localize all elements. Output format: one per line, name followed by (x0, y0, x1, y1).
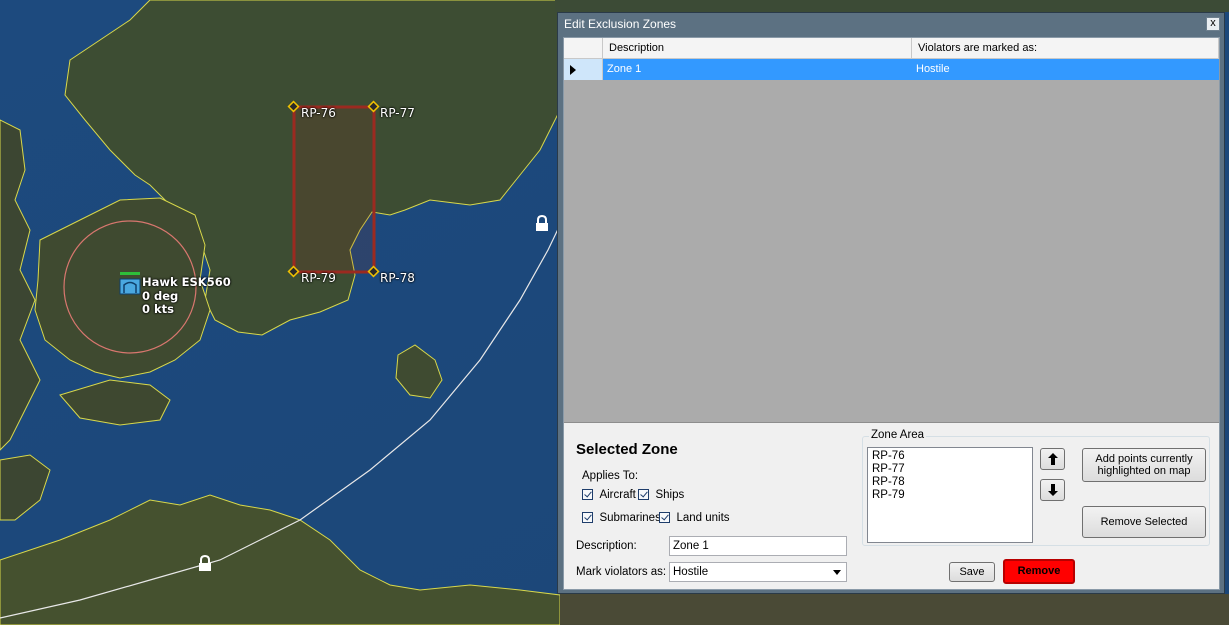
checkbox-ships[interactable]: Ships (638, 486, 684, 504)
table-row[interactable]: Zone 1 Hostile (564, 59, 1219, 80)
description-label: Description: (576, 540, 637, 552)
grid-row-header-column (564, 38, 603, 59)
mark-violators-select[interactable]: Hostile (669, 562, 847, 582)
checkbox-aircraft-box[interactable] (582, 489, 593, 501)
zone-area-points-list[interactable]: RP-76 RP-77 RP-78 RP-79 (867, 447, 1033, 543)
remove-button[interactable]: Remove (1003, 559, 1075, 584)
checkbox-submarines-label: Submarines (599, 511, 661, 524)
checkbox-submarines[interactable]: Submarines (582, 509, 661, 527)
window-titlebar[interactable]: Edit Exclusion Zones x (558, 13, 1224, 37)
checkbox-land-units[interactable]: Land units (659, 509, 730, 527)
checkbox-land-units-box[interactable] (659, 512, 670, 524)
mark-violators-label: Mark violators as: (576, 566, 667, 578)
checkbox-ships-label: Ships (655, 488, 685, 501)
checkbox-aircraft-label: Aircraft (599, 488, 636, 501)
description-input[interactable]: Zone 1 (669, 536, 847, 556)
add-points-button[interactable]: Add points currently highlighted on map (1082, 448, 1206, 482)
edit-exclusion-zones-window: Edit Exclusion Zones x Description Viola… (557, 12, 1225, 594)
lock-icon[interactable] (198, 555, 212, 572)
mark-violators-value: Hostile (673, 566, 709, 578)
row-selector[interactable] (564, 59, 603, 80)
arrow-up-icon (1047, 453, 1058, 465)
unit-label: Hawk ESK560 0 deg 0 kts (142, 275, 231, 317)
checkbox-land-units-label: Land units (676, 511, 730, 524)
applies-to-label: Applies To: (582, 470, 639, 482)
selected-zone-heading: Selected Zone (576, 441, 678, 458)
list-item[interactable]: RP-78 (872, 476, 1028, 489)
rp-78-label: RP-78 (380, 271, 415, 285)
window-client-area: Description Violators are marked as: Zon… (563, 37, 1220, 590)
rp-76-label: RP-76 (301, 106, 336, 120)
rp-79-label: RP-79 (301, 271, 336, 285)
move-up-button[interactable] (1040, 448, 1065, 470)
unit-name: Hawk ESK560 (142, 275, 231, 289)
arrow-down-icon (1047, 484, 1058, 496)
row-description-cell[interactable]: Zone 1 (603, 59, 912, 80)
window-title: Edit Exclusion Zones (564, 17, 677, 31)
zone-area-label: Zone Area (869, 429, 927, 441)
grid-header-violators[interactable]: Violators are marked as: (912, 38, 1219, 59)
unit-speed: 0 kts (142, 302, 174, 316)
remove-selected-button[interactable]: Remove Selected (1082, 506, 1206, 538)
rp-77-label: RP-77 (380, 106, 415, 120)
current-row-arrow-icon (570, 65, 576, 75)
row-violators-cell[interactable]: Hostile (912, 59, 1219, 80)
close-button[interactable]: x (1206, 17, 1220, 31)
checkbox-aircraft[interactable]: Aircraft (582, 486, 636, 504)
unit-heading: 0 deg (142, 288, 179, 303)
checkbox-ships-box[interactable] (638, 489, 649, 501)
chevron-down-icon (833, 570, 841, 575)
lock-icon[interactable] (535, 215, 549, 232)
zones-grid[interactable]: Description Violators are marked as: Zon… (564, 38, 1219, 423)
checkbox-submarines-box[interactable] (582, 512, 593, 524)
list-item[interactable]: RP-76 (872, 450, 1028, 463)
move-down-button[interactable] (1040, 479, 1065, 501)
grid-header-description[interactable]: Description (603, 38, 912, 59)
list-item[interactable]: RP-77 (872, 463, 1028, 476)
list-item[interactable]: RP-79 (872, 489, 1028, 502)
save-button[interactable]: Save (949, 562, 995, 582)
